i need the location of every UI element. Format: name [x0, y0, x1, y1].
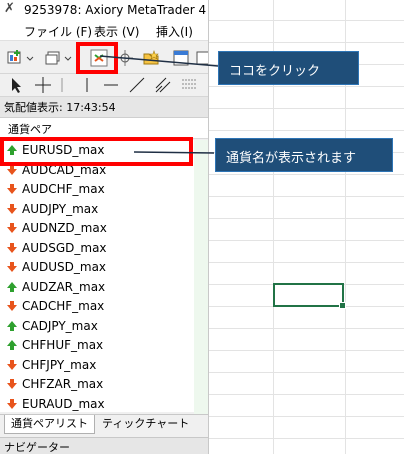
callout-currency-name: 通貨名が表示されます [215, 138, 393, 172]
callout-currency-text: 通貨名が表示されます [226, 151, 357, 166]
callout-click-text: ココをクリック [229, 64, 321, 79]
connector-line-symbol [133, 151, 215, 154]
connector-line-click [99, 55, 219, 67]
callout-click-here: ココをクリック [218, 51, 359, 85]
